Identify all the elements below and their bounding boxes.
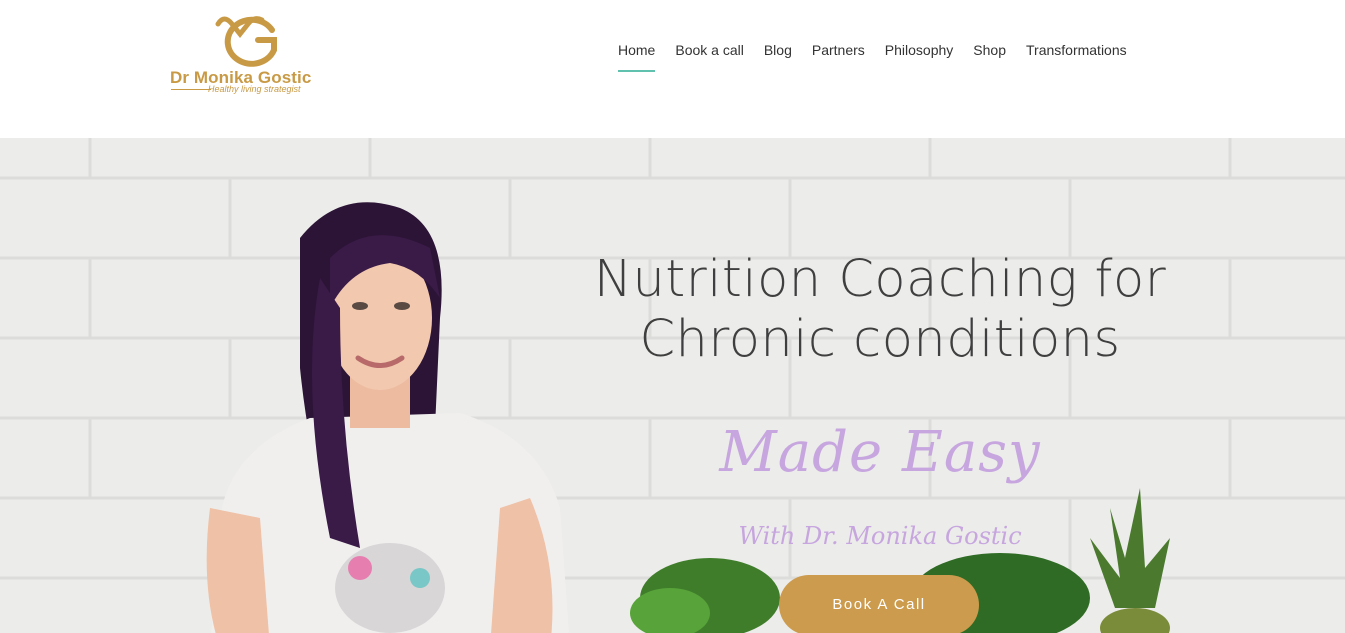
nav-book-a-call[interactable]: Book a call: [675, 42, 743, 64]
coach-portrait-image: [206, 202, 569, 633]
nav-philosophy[interactable]: Philosophy: [885, 42, 954, 64]
nav-partners[interactable]: Partners: [812, 42, 865, 64]
nav-shop[interactable]: Shop: [973, 42, 1006, 64]
logo-divider: [171, 89, 211, 90]
hero-title: Nutrition Coaching for Chronic condition…: [560, 250, 1200, 370]
hero-made-easy: Made Easy: [719, 420, 1041, 485]
mg-monogram-icon: [215, 16, 277, 67]
site-logo[interactable]: Dr Monika Gostic Healthy living strategi…: [168, 8, 328, 100]
nav-transformations[interactable]: Transformations: [1026, 42, 1127, 64]
site-header: Dr Monika Gostic Healthy living strategi…: [0, 0, 1345, 138]
nav-home[interactable]: Home: [618, 42, 656, 72]
hero-title-line-2: Chronic conditions: [639, 310, 1121, 369]
main-nav: Home Book a call Blog Partners Philosoph…: [618, 42, 1147, 72]
book-a-call-button[interactable]: Book A Call: [779, 575, 979, 633]
hero-with-doctor: With Dr. Monika Gostic: [738, 522, 1022, 550]
hero-section: Nutrition Coaching for Chronic condition…: [0, 138, 1345, 633]
nav-blog[interactable]: Blog: [764, 42, 792, 64]
logo-tagline: Healthy living strategist: [208, 84, 301, 94]
hero-title-line-1: Nutrition Coaching for: [593, 250, 1167, 309]
